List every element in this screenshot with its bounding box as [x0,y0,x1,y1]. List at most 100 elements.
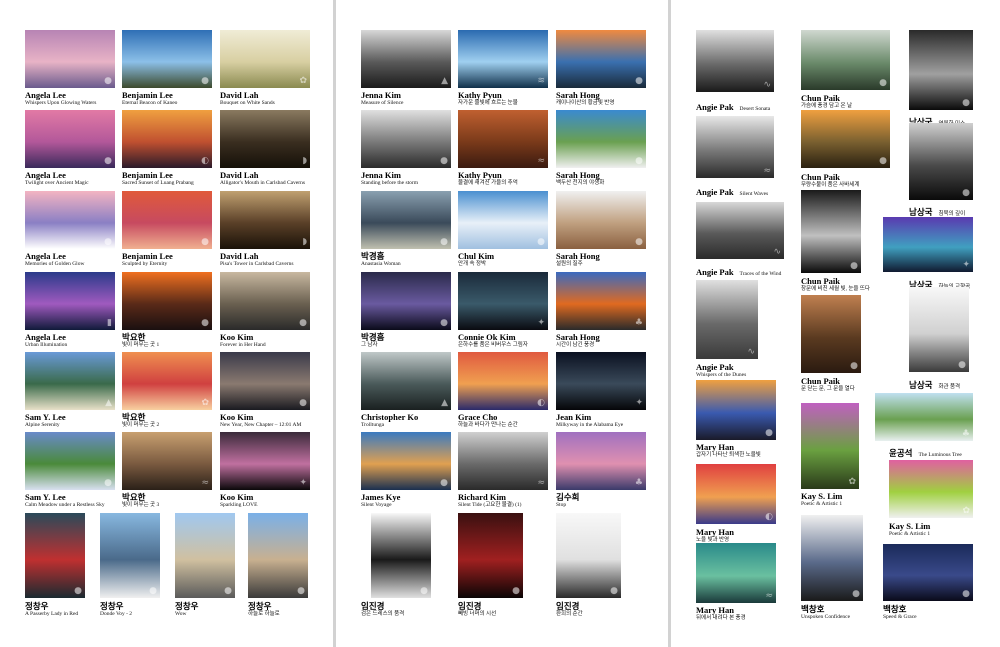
caption: Connie Ok Kim 은하수를 품은 비버우스 그림자 [458,333,528,348]
photo-title: Trolltunga [361,421,385,428]
photographer-name: Angela Lee [25,332,66,342]
photo-title: Measure of Silence [361,99,404,106]
photo-2-13: ▲ [361,352,451,410]
photo-3-5: ● [801,110,890,168]
photographer-name: Grace Cho [458,412,498,422]
photographer-name: David Lah [220,90,259,100]
dead-tree-icon: ♣ [634,318,643,328]
dancer-icon: ● [610,586,618,596]
caption: 백창호 Unspoken Confidence [801,605,850,620]
photo-1-6: ◗ [220,110,310,168]
photo-title: 빛이 머무는 곳 2 [122,421,160,428]
star-trail-icon: ✦ [537,318,545,328]
photographer-name: Sam Y. Lee [25,412,66,422]
photo-title: 그 남자 [361,341,378,348]
photo-title: Memories of Golden Glow [25,260,85,267]
caption: 박요한 빛이 머무는 곳 3 [122,493,159,508]
photo-3-8: ● [801,190,861,273]
photo-2-15: ✦ [556,352,646,410]
photo-3-7: ∿ [696,202,784,259]
pavilion-icon: ● [879,78,887,88]
caption: Richard Kim Silent Tide (고요한 물결) (1) [458,493,522,508]
photo-title: 가슴에 풍경 담고 온 날 [801,102,853,109]
caption: Benjamin Lee Eternal Beacon of Kaneo [122,91,177,106]
photo-title: A Passerby Lady in Red [25,610,79,617]
caption: Angela Lee Urban Illumination [25,333,67,348]
photo-3-11: ● [801,295,861,373]
photographer-name: Sarah Hong [556,332,600,342]
caption: Koo Kim Sparkling LOVE [220,493,257,508]
caption: Sarah Hong 백두산 천지의 야생화 [556,171,604,186]
photographer-name: 정창우 [25,601,49,611]
photo-1-9: ◗ [220,191,310,249]
caption: Jenna Kim Measure of Silence [361,91,403,106]
photo-1-13: ▲ [25,352,115,410]
photo-title: 설원의 질주 [556,260,583,267]
photo-1-8: ● [122,191,212,249]
water-texture-icon: ≈ [537,156,545,166]
caption: Mary Han 뒤에서 내려다 본 풍경 [696,606,746,621]
photo-title: Whispers Upon Glowing Waters [25,99,97,106]
caption: 김수희 Stop [556,493,579,508]
photo-title: 물결에 새겨진 가을의 추억 [458,179,518,186]
photographer-name: Kay S. Lim [889,521,931,531]
caption: 정창우 하늘로 하늘로 [248,602,280,617]
photo-2-5: ≈ [458,110,548,168]
photo-title: Forever in Her Hand [220,341,266,348]
photo-3-9: ✦ [883,217,973,272]
flower-field-icon: ✿ [201,398,209,408]
caption: Sarah Hong 캐이나이산의 황금빛 반영 [556,91,614,106]
photo-title: Silent Voyage [361,501,392,508]
photo-1-15: ● [220,352,310,410]
caption: 임진경 빼빙 너머의 시선 [458,602,496,617]
caption: 임진경 환희의 순간 [556,602,583,617]
photo-1-16: ● [25,432,115,490]
dune-icon: ∿ [773,247,781,257]
photographer-name: 박요한 [122,492,146,502]
photographer-name: Angie Pak [696,187,734,197]
photo-title: 화관 품격 [938,384,961,390]
caption: Angie Pak Desert Sonata [696,98,770,114]
photo-1-20: ● [100,513,160,598]
photo-title: 검은 드레스의 품격 [361,610,405,617]
caption: Kay S. Lim Poetic & Artistic 1 [801,492,842,507]
caption: Kathy Pyun 자가운 물빛에 흐르는 눈물 [458,91,518,106]
photo-2-8: ● [458,191,548,249]
caption: Christopher Ko Trolltunga [361,413,418,428]
photo-1-17: ≈ [122,432,212,490]
photo-title: Sacred Sunset of Luang Prabang [122,179,194,186]
photo-2-4: ● [361,110,451,168]
photo-3-3: ● [909,30,973,110]
photo-3-6: ● [909,123,973,200]
photo-title: 무량수불이 품은 사바세계 [801,181,860,188]
city-night-icon: ▮ [107,318,112,328]
photo-2-2: ≋ [458,30,548,88]
caption: Angie Pak Whispers of the Dunes [696,363,746,378]
photographer-name: Sam Y. Lee [25,492,66,502]
photographer-name: Benjamin Lee [122,170,173,180]
photo-2-14: ◐ [458,352,548,410]
photo-title: 백두산 천지의 야생화 [556,179,605,186]
photographer-name: David Lah [220,251,259,261]
sunset-pier-icon: ● [765,428,773,438]
photographer-name: 임진경 [556,601,580,611]
caption: 정창우 Wow [175,602,198,617]
photographer-name: Jenna Kim [361,90,401,100]
photo-1-14: ✿ [122,352,212,410]
photographer-name: Chun Paik [801,172,840,182]
dune-icon: ∿ [747,347,755,357]
woman-dress-icon: ● [420,586,428,596]
man-portrait-icon: ● [962,188,970,198]
photographer-name: 박요한 [122,412,146,422]
photo-title: 캐이나이산의 황금빛 반영 [556,99,615,106]
aurora-icon: ✦ [962,260,970,270]
cabin-icon: ● [104,478,112,488]
photographer-name: Angie Pak [696,267,734,277]
photo-1-22: ● [248,513,308,598]
pole-icon: ● [224,586,232,596]
photo-title: Eternal Beacon of Kaneo [122,99,178,106]
photo-title: 하늘과 바다가 만나는 순간 [458,421,518,428]
photo-3-14: ✿ [801,403,859,489]
photo-title: Standing before the storm [361,179,418,186]
caption: Chul Kim 안개 속 정박 [458,252,494,267]
